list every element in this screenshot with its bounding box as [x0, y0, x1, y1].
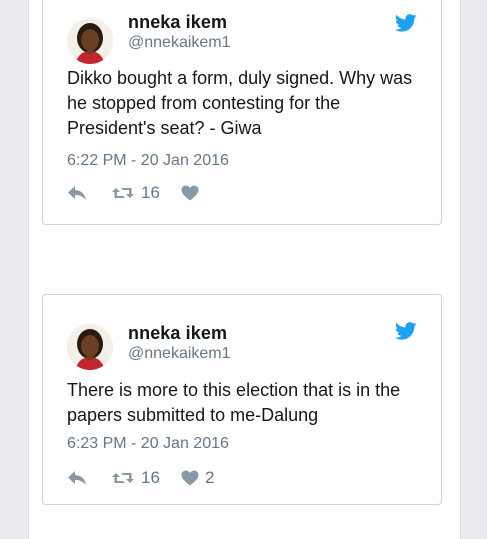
- avatar[interactable]: [67, 18, 113, 64]
- retweet-button[interactable]: 16: [111, 182, 160, 204]
- retweet-icon: [111, 185, 135, 201]
- avatar[interactable]: [67, 324, 113, 370]
- tweet-text: Dikko bought a form, duly signed. Why wa…: [67, 68, 413, 138]
- tweet-timestamp[interactable]: 6:23 PM - 20 Jan 2016: [67, 435, 229, 453]
- reply-icon: [67, 185, 87, 201]
- reply-button[interactable]: [67, 467, 87, 489]
- like-button[interactable]: [181, 182, 205, 204]
- reply-icon: [67, 470, 87, 486]
- tweet-timestamp[interactable]: 6:22 PM - 20 Jan 2016: [67, 152, 229, 170]
- tweet-card: nneka ikem @nnekaikem1 Dikko bought a fo…: [42, 0, 442, 225]
- like-button[interactable]: 2: [181, 467, 214, 489]
- heart-icon: [181, 185, 199, 201]
- author-handle[interactable]: @nnekaikem1: [128, 345, 231, 363]
- author-name[interactable]: nneka ikem: [128, 323, 227, 344]
- like-count: 2: [205, 468, 215, 487]
- author-name[interactable]: nneka ikem: [128, 12, 227, 33]
- tweet-actions: 16: [67, 182, 367, 204]
- tweet-actions: 16 2: [67, 467, 367, 489]
- tweet-card: nneka ikem @nnekaikem1 There is more to …: [42, 294, 442, 505]
- retweet-icon: [111, 470, 135, 486]
- heart-icon: [181, 470, 199, 486]
- author-handle[interactable]: @nnekaikem1: [128, 34, 231, 52]
- retweet-count: 16: [141, 468, 160, 487]
- retweet-count: 16: [141, 183, 160, 202]
- twitter-bird-icon[interactable]: [394, 322, 417, 340]
- reply-button[interactable]: [67, 182, 87, 204]
- retweet-button[interactable]: 16: [111, 467, 160, 489]
- tweet-text: There is more to this election that is i…: [67, 380, 401, 425]
- twitter-bird-icon[interactable]: [394, 14, 417, 32]
